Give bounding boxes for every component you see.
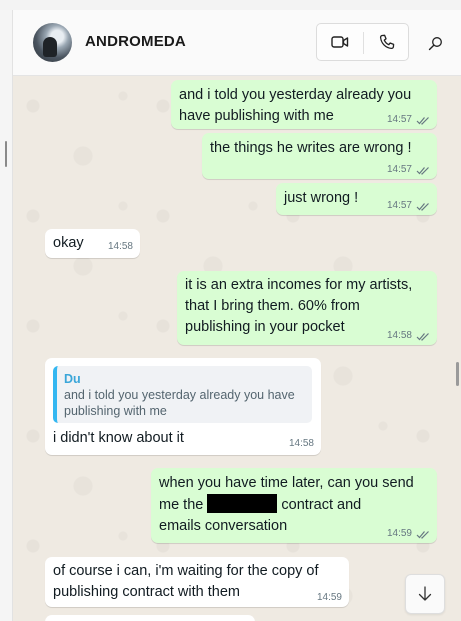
message-meta: 14:58: [387, 330, 430, 342]
message-text: me the: [159, 497, 204, 513]
message-bubble-incoming[interactable]: Du and i told you yesterday already you …: [45, 358, 321, 455]
message-meta: 14:59: [387, 528, 430, 540]
quoted-message[interactable]: Du and i told you yesterday already you …: [53, 366, 312, 423]
quoted-text: publishing with me: [64, 404, 167, 418]
redaction-block: [207, 494, 278, 513]
message-bubble-outgoing[interactable]: when you have time later, can you send m…: [151, 468, 437, 543]
message-text: and i told you yesterday already you: [179, 87, 412, 103]
message-bubble-incoming[interactable]: [45, 615, 255, 621]
contact-avatar[interactable]: [33, 23, 72, 62]
message-text: i didn't know about it: [53, 430, 184, 446]
chat-header: ANDROMEDA: [13, 10, 461, 76]
contact-name[interactable]: ANDROMEDA: [85, 33, 186, 50]
message-time: 14:58: [288, 438, 314, 449]
message-text: when you have time later, can you send: [159, 475, 414, 491]
message-meta: 14:59: [317, 592, 342, 604]
read-receipt-icon: [416, 530, 429, 539]
scroll-to-bottom-button[interactable]: [405, 574, 445, 614]
message-bubble-incoming[interactable]: okay 14:58: [45, 229, 140, 258]
quoted-text: and i told you yesterday already you hav…: [64, 388, 295, 402]
message-meta: 14:58: [289, 438, 314, 450]
read-receipt-icon: [416, 116, 429, 125]
call-button-group: [316, 23, 409, 61]
message-bubble-outgoing[interactable]: and i told you yesterday already you hav…: [171, 80, 437, 129]
message-bubble-outgoing[interactable]: the things he writes are wrong ! 14:57: [202, 133, 437, 179]
left-pane-edge: [0, 10, 13, 621]
message-text: publishing contract with them: [53, 584, 240, 600]
search-icon: [428, 36, 442, 50]
search-button[interactable]: [422, 31, 448, 55]
quoted-author: Du: [64, 372, 81, 386]
window-top-strip: [0, 0, 461, 10]
message-text: it is an extra incomes for my artists,: [185, 277, 413, 293]
read-receipt-icon: [416, 166, 429, 175]
message-text: the things he writes are wrong !: [210, 140, 412, 156]
message-bubble-incoming[interactable]: of course i can, i'm waiting for the cop…: [45, 557, 349, 607]
message-meta: 14:58: [108, 241, 133, 253]
message-time: 14:58: [107, 241, 133, 252]
read-receipt-icon: [416, 332, 429, 341]
read-receipt-icon: [416, 202, 429, 211]
chat-scrollbar[interactable]: [456, 362, 459, 386]
message-meta: 14:57: [387, 114, 430, 126]
message-bubble-outgoing[interactable]: it is an extra incomes for my artists, t…: [177, 271, 437, 345]
message-time: 14:58: [386, 330, 412, 341]
phone-icon: [379, 34, 395, 50]
message-text: of course i can, i'm waiting for the cop…: [53, 563, 319, 579]
message-meta: 14:57: [387, 200, 430, 212]
video-call-button[interactable]: [317, 24, 363, 60]
message-meta: 14:57: [387, 164, 430, 176]
voice-call-button[interactable]: [364, 24, 410, 60]
message-time: 14:57: [386, 164, 412, 175]
message-time: 14:59: [386, 528, 412, 539]
message-text-line: me the contract and: [159, 494, 429, 516]
message-time: 14:57: [386, 114, 412, 125]
video-camera-icon: [331, 36, 349, 48]
pane-resize-handle[interactable]: [5, 141, 7, 167]
chat-messages-pane[interactable]: and i told you yesterday already you hav…: [13, 76, 461, 621]
message-time: 14:59: [316, 592, 342, 603]
message-text: that I bring them. 60% from: [185, 298, 360, 314]
message-time: 14:57: [386, 200, 412, 211]
arrow-down-icon: [418, 586, 432, 601]
message-bubble-outgoing[interactable]: just wrong ! 14:57: [276, 183, 437, 215]
message-text: contract and: [281, 497, 362, 513]
